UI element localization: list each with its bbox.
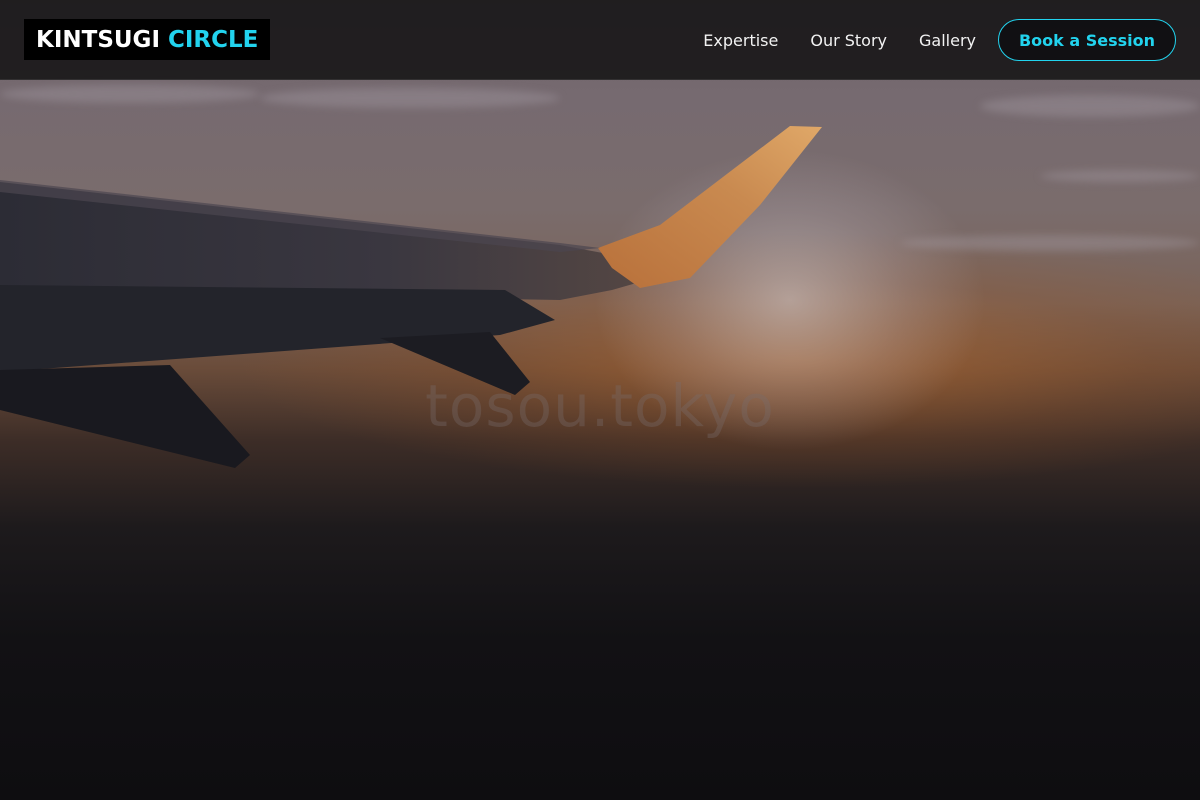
book-session-button[interactable]: Book a Session — [998, 19, 1176, 61]
brand-name-primary: KINTSUGI — [36, 26, 160, 53]
brand-name-accent: CIRCLE — [168, 26, 259, 53]
nav-links: Expertise Our Story Gallery — [703, 0, 976, 80]
nav-link-our-story[interactable]: Our Story — [810, 31, 887, 50]
nav-link-expertise[interactable]: Expertise — [703, 31, 778, 50]
watermark-text: tosou.tokyo — [425, 372, 775, 440]
nav-link-gallery[interactable]: Gallery — [919, 31, 976, 50]
landing-page: tosou.tokyo KINTSUGI CIRCLE Expertise Ou… — [0, 0, 1200, 800]
navbar: KINTSUGI CIRCLE Expertise Our Story Gall… — [0, 0, 1200, 80]
hero-background-image: tosou.tokyo — [0, 0, 1200, 800]
brand-logo[interactable]: KINTSUGI CIRCLE — [24, 19, 271, 60]
